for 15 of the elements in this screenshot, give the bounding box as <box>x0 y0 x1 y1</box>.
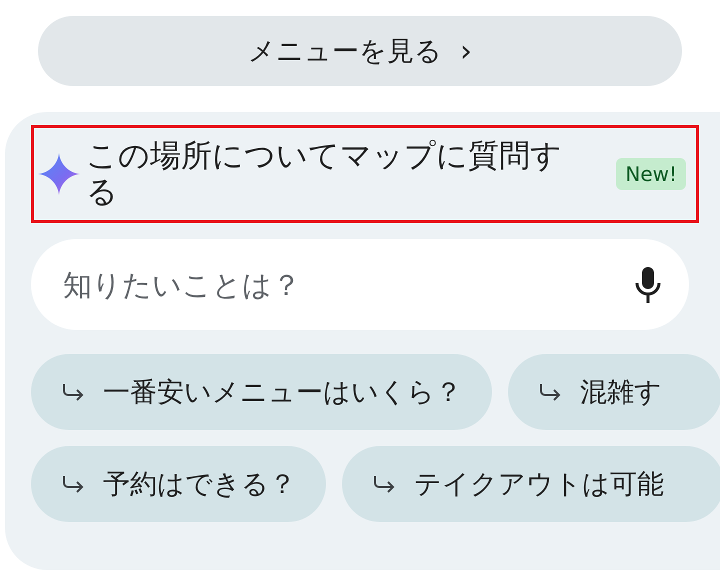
reply-arrow-icon <box>61 382 85 402</box>
suggestion-chip[interactable]: 一番安いメニューはいくら？ <box>31 354 492 430</box>
sparkle-icon <box>38 153 80 195</box>
view-menu-button[interactable]: メニューを見る › <box>38 16 682 86</box>
reply-arrow-icon <box>372 474 396 494</box>
question-input[interactable]: 知りたいことは？ <box>61 266 635 302</box>
panel-title: この場所についてマップに質問する <box>86 138 563 210</box>
question-field[interactable]: 知りたいことは？ <box>31 239 689 330</box>
suggestion-chip[interactable]: 混雑す <box>508 354 720 430</box>
microphone-icon[interactable] <box>635 266 661 302</box>
reply-arrow-icon <box>538 382 562 402</box>
suggestion-chip[interactable]: 予約はできる？ <box>31 446 326 522</box>
suggestion-chip[interactable]: テイクアウトは可能 <box>342 446 720 522</box>
reply-arrow-icon <box>61 474 85 494</box>
new-badge: New! <box>616 158 686 190</box>
